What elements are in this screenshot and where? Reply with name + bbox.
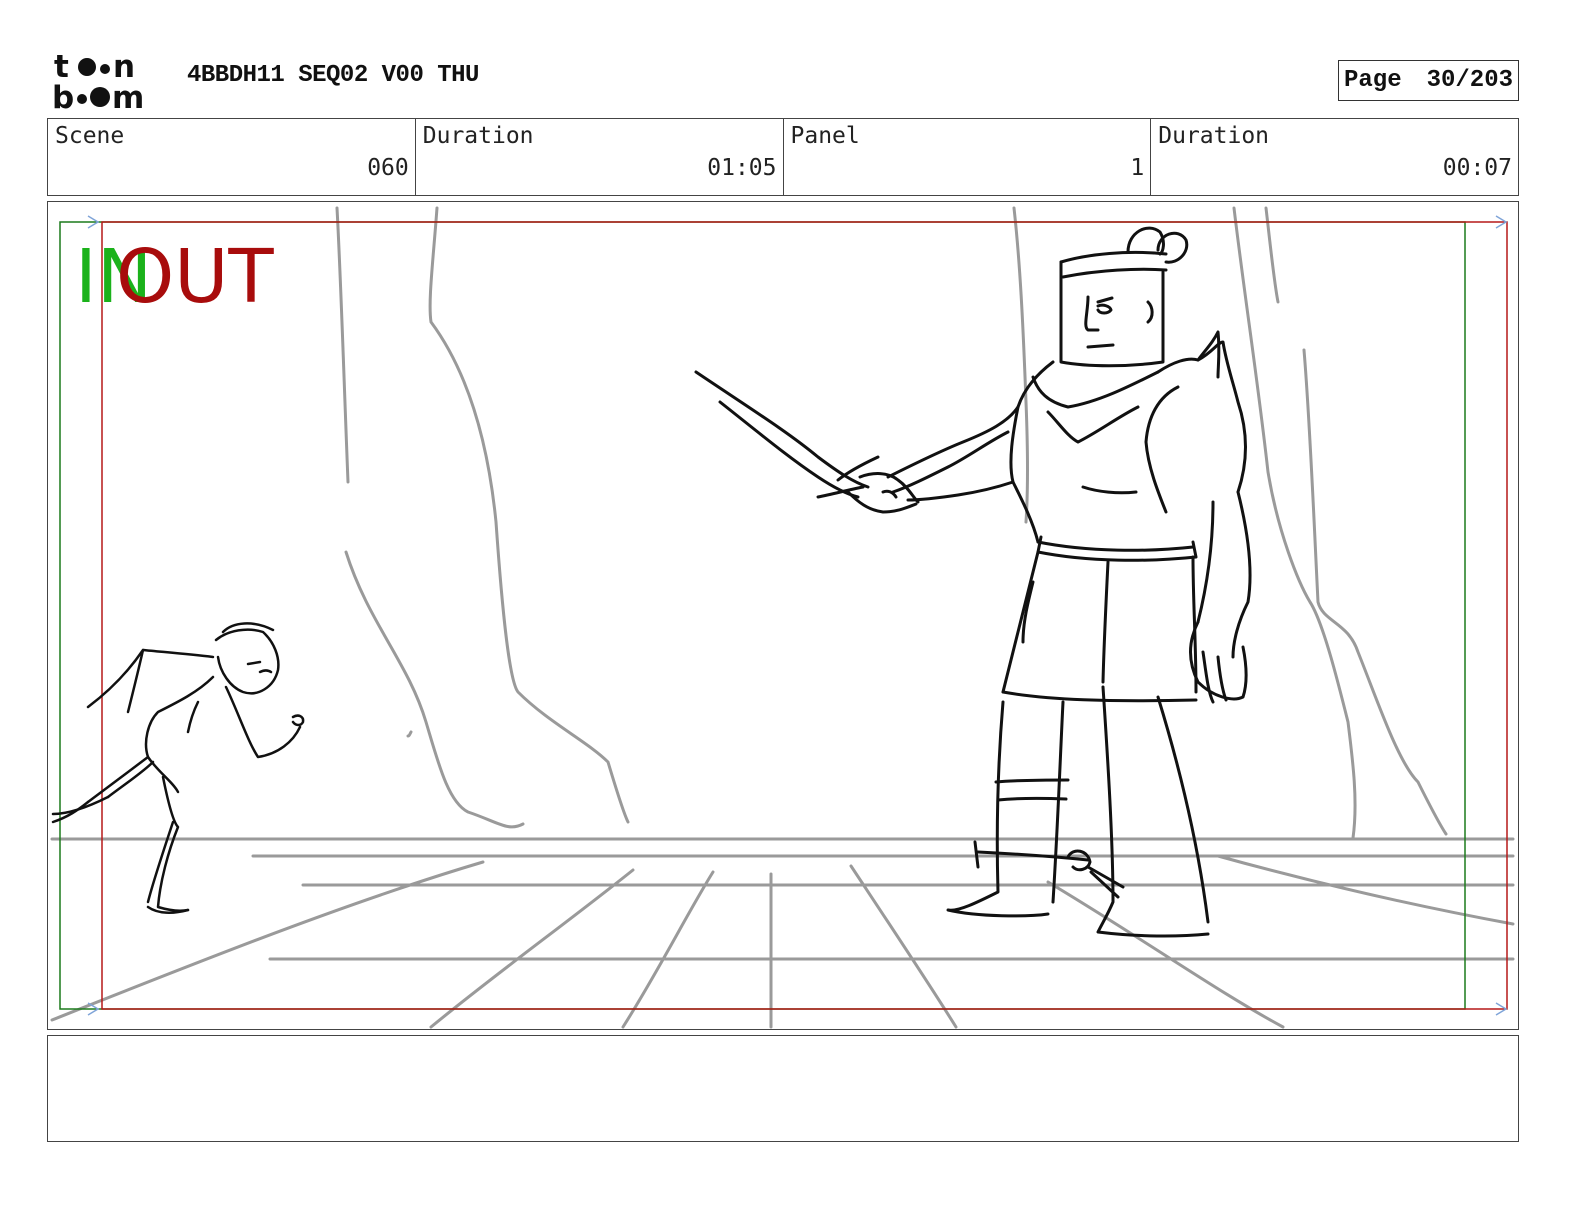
out-label: OUT xyxy=(116,234,274,320)
storyboard-sketch xyxy=(50,206,1515,1029)
scene-label: Scene xyxy=(55,123,125,149)
scene-duration-label: Duration xyxy=(422,123,534,149)
caption-box[interactable] xyxy=(47,1035,1519,1142)
corner-arrows xyxy=(87,215,1508,1016)
panel-duration-value: 00:07 xyxy=(1442,155,1512,181)
info-row: Scene 060 Duration 01:05 Panel 1 Duratio… xyxy=(47,118,1519,196)
scene-cell: Scene 060 xyxy=(48,119,416,195)
panel-duration-label: Duration xyxy=(1158,123,1270,149)
panel-cell: Panel 1 xyxy=(784,119,1152,195)
panel-label: Panel xyxy=(790,123,860,149)
document-title: 4BBDH11 SEQ02 V00 THU xyxy=(187,62,479,89)
panel-duration-cell: Duration 00:07 xyxy=(1151,119,1518,195)
in-frame-guide xyxy=(59,221,1466,1010)
storyboard-panel: IN OUT xyxy=(47,201,1519,1030)
out-frame-guide xyxy=(101,221,1508,1010)
page-counter: Page 30/203 xyxy=(1338,60,1519,101)
svg-text:m: m xyxy=(112,80,144,112)
svg-text:b: b xyxy=(52,80,74,112)
panel-value: 1 xyxy=(1130,155,1145,181)
scene-value: 060 xyxy=(367,155,409,181)
toon-boom-logo-icon: t n b m xyxy=(52,50,144,112)
page-value: 30/203 xyxy=(1426,67,1513,94)
floor-grid xyxy=(50,837,1515,1029)
scene-duration-value: 01:05 xyxy=(707,155,777,181)
background-sketch xyxy=(335,206,1448,840)
scene-duration-cell: Duration 01:05 xyxy=(416,119,784,195)
armored-character-sketch xyxy=(694,226,1252,938)
page-label: Page xyxy=(1344,67,1402,94)
small-character-sketch xyxy=(51,622,305,914)
